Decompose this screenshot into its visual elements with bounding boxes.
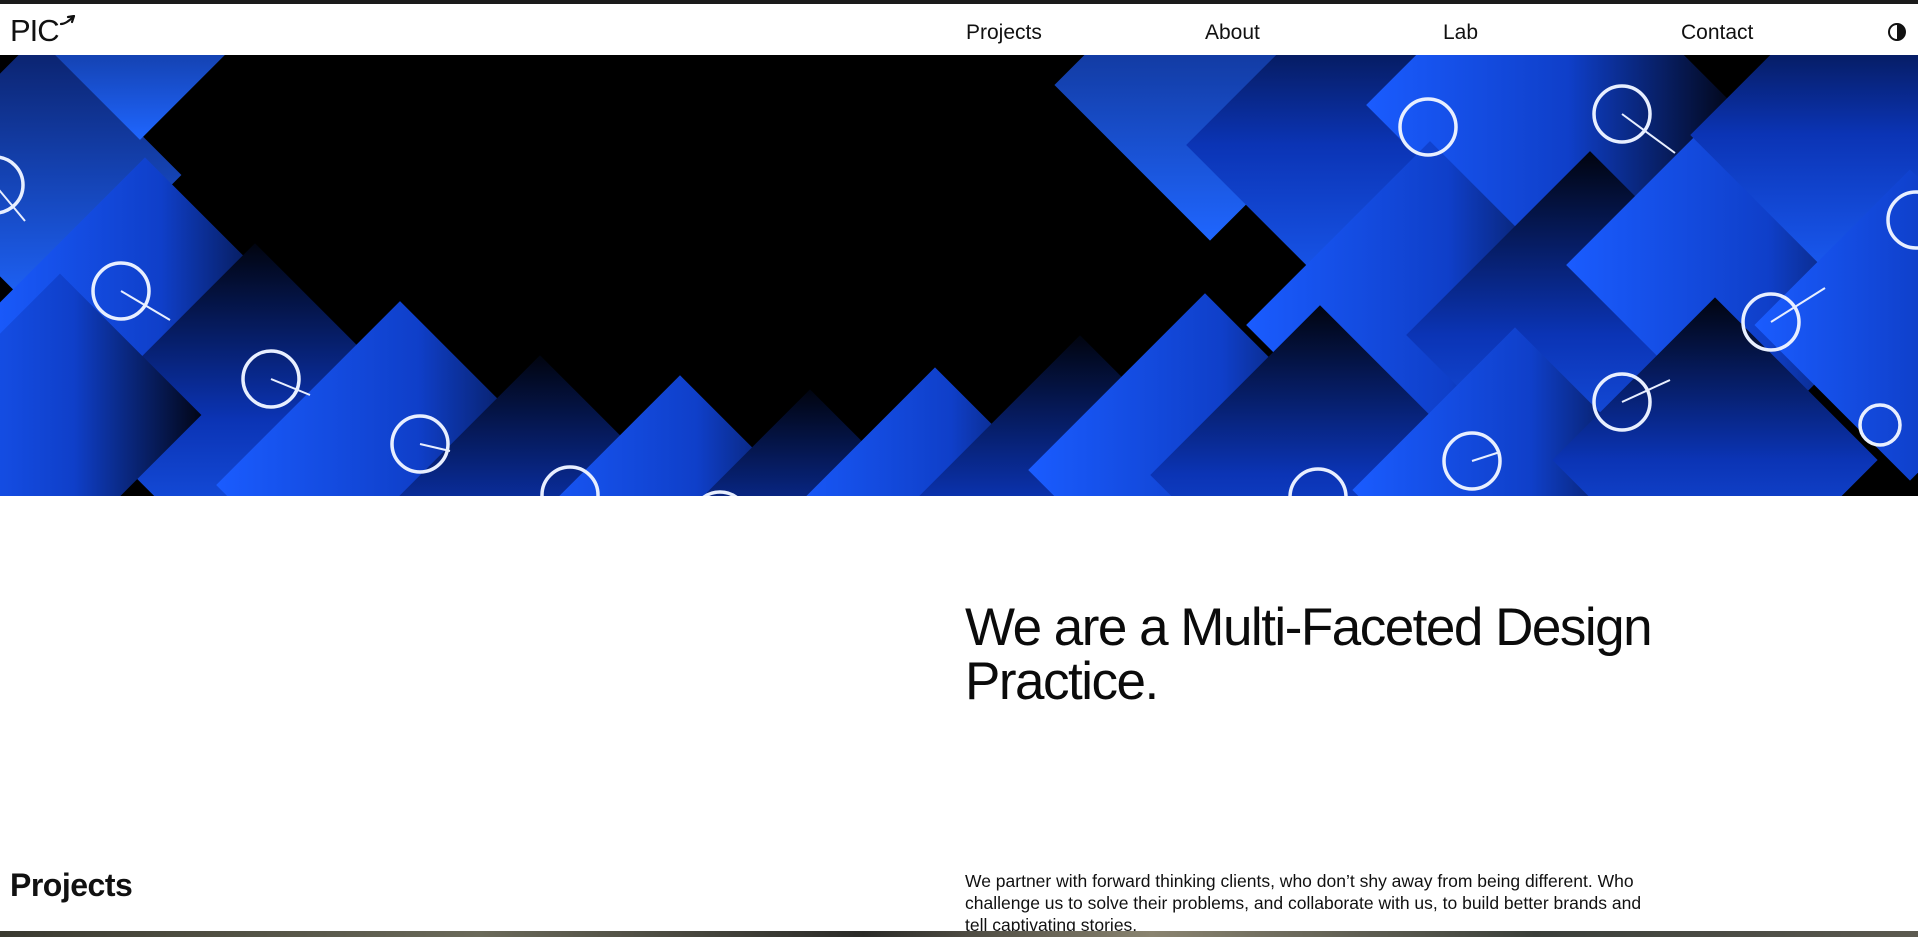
logo-text: PIC [10,13,60,48]
hero-image [0,55,1918,496]
page-headline: We are a Multi-Faceted Design Practice. [965,598,1653,711]
projects-heading: Projects [10,867,133,903]
contrast-icon[interactable] [1887,22,1907,42]
hero-artwork [0,55,1918,496]
nav-about[interactable]: About [1205,20,1260,46]
intro-paragraph: We partner with forward thinking clients… [965,871,1642,935]
nav-projects[interactable]: Projects [966,20,1042,46]
nav-contact[interactable]: Contact [1681,20,1753,46]
site-header: PIC Projects About Lab Contact [0,4,1918,55]
logo-link[interactable]: PIC [10,15,76,47]
nav-lab[interactable]: Lab [1443,20,1478,46]
projects-preview-strip [0,931,1918,937]
logo-arrow-icon [59,15,75,26]
